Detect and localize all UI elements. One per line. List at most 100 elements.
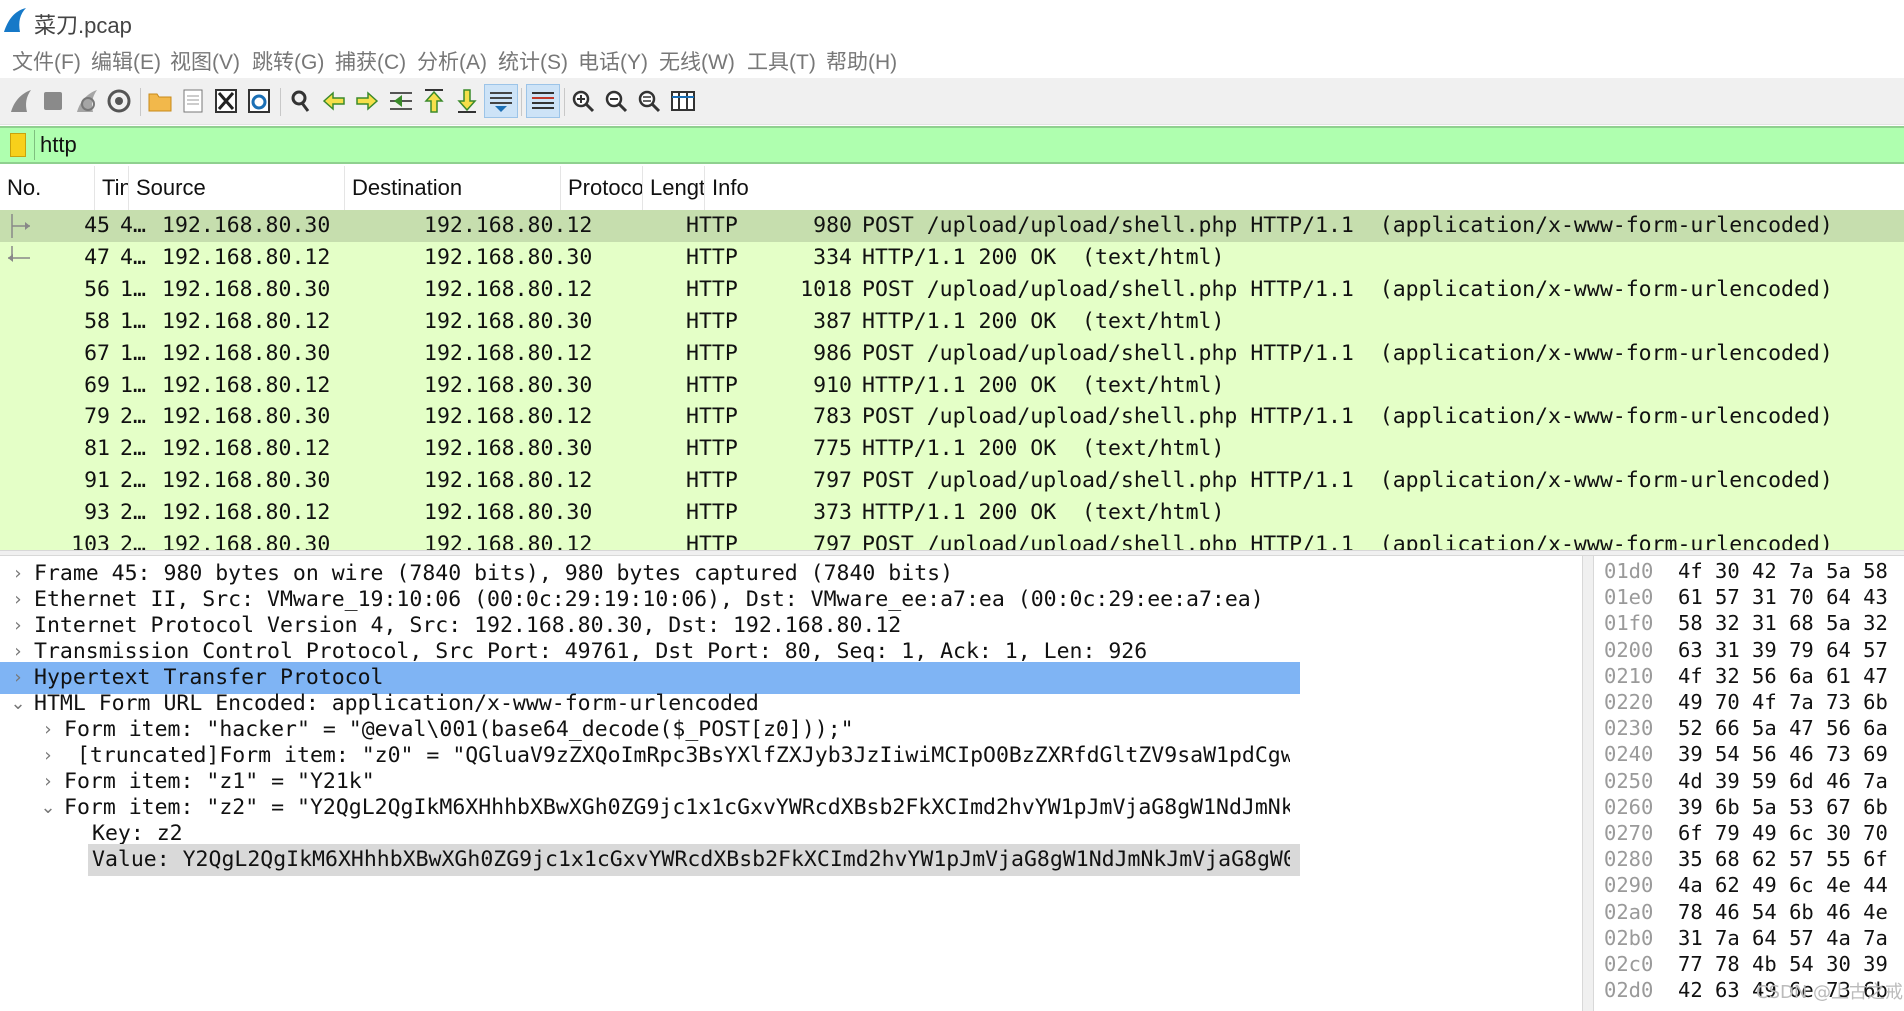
bytes-offset: 0260	[1604, 794, 1654, 819]
packet-row[interactable]: 91 2… 192.168.80.30 192.168.80.12 HTTP 797 POS…	[0, 465, 1904, 497]
menu-tools[interactable]: 工具(T)	[747, 46, 816, 76]
menu-go[interactable]: 跳转(G)	[252, 46, 324, 76]
menu-edit[interactable]: 编辑(E)	[91, 46, 161, 76]
menu-capture[interactable]: 捕获(C)	[335, 46, 406, 76]
go-to-packet-button[interactable]	[384, 84, 418, 118]
bytes-row: 02a0 78 46 54 6b 46 4e	[1594, 899, 1904, 925]
bytes-hex[interactable]: 78 46 54 6b 46 4e	[1678, 899, 1888, 925]
bytes-hex[interactable]: 35 68 62 57 55 6f	[1678, 846, 1888, 872]
go-first-packet-button[interactable]	[417, 84, 451, 118]
packet-row[interactable]: 69 1… 192.168.80.12 192.168.80.30 HTTP 910 HTT…	[0, 370, 1904, 402]
go-forward-button[interactable]	[350, 84, 384, 118]
auto-scroll-button[interactable]	[484, 84, 518, 118]
column-header-time[interactable]: Tin	[95, 166, 129, 210]
packet-cell-src: 192.168.80.12	[162, 308, 331, 334]
bytes-hex[interactable]: 4d 39 59 6d 46 7a	[1678, 768, 1888, 794]
close-file-button[interactable]	[209, 84, 243, 118]
display-filter-input[interactable]	[40, 130, 1890, 160]
menu-view[interactable]: 视图(V)	[170, 46, 240, 76]
packet-row[interactable]: 58 1… 192.168.80.12 192.168.80.30 HTTP 387 HTT…	[0, 306, 1904, 338]
packet-cell-src: 192.168.80.30	[162, 532, 331, 550]
close-file-icon	[215, 89, 237, 113]
packet-cell-dst: 192.168.80.12	[424, 213, 593, 238]
menu-help[interactable]: 帮助(H)	[826, 46, 897, 76]
start-capture-button[interactable]	[4, 84, 38, 118]
bytes-hex[interactable]: 39 6b 5a 53 67 6b	[1678, 794, 1888, 820]
packet-row[interactable]: 47 4… 192.168.80.12 192.168.80.30 HTTP 334 HTT…	[0, 242, 1904, 274]
bytes-offset: 02d0	[1604, 978, 1654, 1003]
bytes-offset: 01f0	[1604, 611, 1654, 636]
bytes-hex[interactable]: 4f 30 42 7a 5a 58	[1678, 558, 1888, 584]
bytes-hex[interactable]: 49 70 4f 7a 73 6b	[1678, 689, 1888, 715]
restart-capture-button[interactable]	[70, 84, 104, 118]
bytes-row: 0230 52 66 5a 47 56 6a	[1594, 715, 1904, 741]
reload-file-button[interactable]	[242, 84, 276, 118]
resize-columns-button[interactable]	[666, 84, 700, 118]
zoom-normal-icon	[638, 90, 661, 113]
bytes-hex[interactable]: 77 78 4b 54 30 39	[1678, 951, 1888, 977]
zoom-out-button[interactable]	[599, 84, 633, 118]
bytes-hex[interactable]: 4f 32 56 6a 61 47	[1678, 663, 1888, 689]
packet-cell-no: 47	[84, 244, 110, 270]
display-filter-bar	[0, 126, 1904, 164]
menu-analyze[interactable]: 分析(A)	[417, 46, 487, 76]
packet-cell-time: 1…	[120, 340, 146, 366]
menu-file[interactable]: 文件(F)	[12, 46, 81, 76]
packet-row[interactable]: 45 4… 192.168.80.30 192.168.80.12 HTTP 980 POS…	[0, 210, 1904, 242]
menu-statistics[interactable]: 统计(S)	[498, 46, 568, 76]
bytes-hex[interactable]: 61 57 31 70 64 43	[1678, 584, 1888, 610]
bytes-hex[interactable]: 31 7a 64 57 4a 7a	[1678, 925, 1888, 951]
column-header-info[interactable]: Info	[705, 166, 1904, 210]
zoom-normal-button[interactable]	[632, 84, 666, 118]
column-header-length[interactable]: Lengtl	[643, 166, 705, 210]
filter-separator	[34, 130, 35, 160]
packet-row[interactable]: 56 1… 192.168.80.30 192.168.80.12 HTTP 1018 PO…	[0, 274, 1904, 306]
bytes-hex[interactable]: 58 32 31 68 5a 32	[1678, 610, 1888, 636]
zoom-in-button[interactable]	[566, 84, 600, 118]
packet-cell-time: 4…	[120, 213, 146, 238]
column-header-protocol[interactable]: Protocol	[561, 166, 643, 210]
colorize-button[interactable]	[526, 84, 560, 118]
packet-row[interactable]: 93 2… 192.168.80.12 192.168.80.30 HTTP 373 HTT…	[0, 497, 1904, 529]
column-header-destination[interactable]: Destination	[345, 166, 561, 210]
menu-telephony[interactable]: 电话(Y)	[578, 46, 648, 76]
packet-row[interactable]: 81 2… 192.168.80.12 192.168.80.30 HTTP 775 HTT…	[0, 433, 1904, 465]
bytes-offset: 0250	[1604, 768, 1654, 793]
packet-cell-src: 192.168.80.12	[162, 244, 331, 270]
save-file-button[interactable]	[176, 84, 210, 118]
packet-cell-info: HTTP/1.1 200 OK (text/html)	[862, 244, 1225, 270]
bytes-hex[interactable]: 4a 62 49 6c 4e 44	[1678, 872, 1888, 898]
detail-row[interactable]: Value: Y2QgL2QgIkM6XHhhbXBwXGh0ZG9jc1x1c…	[88, 844, 1300, 876]
find-packet-button[interactable]	[284, 84, 318, 118]
toolbar-separator	[140, 88, 141, 116]
packet-row[interactable]: 67 1… 192.168.80.30 192.168.80.12 HTTP 986 POS…	[0, 338, 1904, 370]
column-header-no[interactable]: No.	[0, 166, 95, 210]
bytes-hex[interactable]: 63 31 39 79 64 57	[1678, 637, 1888, 663]
packet-cell-proto: HTTP	[686, 436, 738, 462]
packet-row[interactable]: 79 2… 192.168.80.30 192.168.80.12 HTTP 783 POS…	[0, 401, 1904, 433]
bytes-row: 02b0 31 7a 64 57 4a 7a	[1594, 925, 1904, 951]
packet-cell-time: 2…	[120, 500, 146, 526]
bytes-hex[interactable]: 6f 79 49 6c 30 70	[1678, 820, 1888, 846]
capture-options-button[interactable]	[102, 84, 136, 118]
go-last-packet-button[interactable]	[450, 84, 484, 118]
pane-splitter-vertical[interactable]	[1582, 556, 1594, 1011]
packet-cell-time: 1…	[120, 372, 146, 398]
packet-cell-len: 797	[813, 532, 852, 550]
menu-wireless[interactable]: 无线(W)	[659, 46, 735, 76]
packet-cell-src: 192.168.80.30	[162, 276, 331, 302]
bytes-row: 0200 63 31 39 79 64 57	[1594, 637, 1904, 663]
bookmark-icon[interactable]	[10, 133, 26, 157]
bytes-hex[interactable]: 39 54 56 46 73 69	[1678, 741, 1888, 767]
packet-cell-len: 373	[813, 500, 852, 526]
go-forward-icon	[356, 91, 379, 111]
bytes-hex[interactable]: 52 66 5a 47 56 6a	[1678, 715, 1888, 741]
go-back-button[interactable]	[317, 84, 351, 118]
column-header-source[interactable]: Source	[129, 166, 345, 210]
bytes-offset: 0210	[1604, 663, 1654, 688]
packet-cell-dst: 192.168.80.30	[424, 436, 593, 462]
zoom-in-icon	[572, 90, 595, 113]
stop-capture-button[interactable]	[36, 84, 70, 118]
open-file-button[interactable]	[143, 84, 177, 118]
packet-row[interactable]: 103 2… 192.168.80.30 192.168.80.12 HTTP 797 PO…	[0, 529, 1904, 550]
